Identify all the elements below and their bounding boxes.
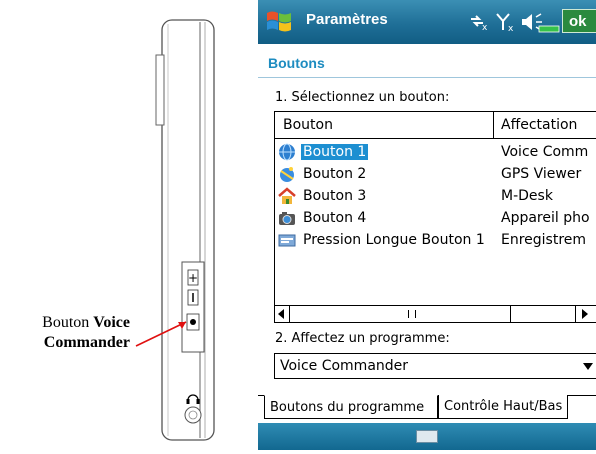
- globe-icon: [279, 143, 295, 161]
- chevron-down-icon[interactable]: [583, 363, 593, 370]
- ok-button[interactable]: ok: [562, 9, 596, 33]
- row-assignment: Enregistrem: [501, 232, 587, 248]
- row-name: Bouton 4: [303, 210, 367, 226]
- tab-up-down-control[interactable]: Contrôle Haut/Bas: [438, 395, 568, 419]
- battery-icon[interactable]: [538, 10, 560, 34]
- scroll-thumb[interactable]: [290, 306, 511, 322]
- keyboard-icon[interactable]: [416, 430, 438, 443]
- select-button-label: 1. Sélectionnez un bouton:: [275, 90, 450, 105]
- tab-program-buttons[interactable]: Boutons du programme: [264, 395, 438, 419]
- svg-text:x: x: [508, 24, 514, 34]
- windows-start-icon[interactable]: [264, 8, 294, 36]
- row-name: Pression Longue Bouton 1: [303, 232, 485, 248]
- recorder-icon: [278, 234, 296, 247]
- program-dropdown[interactable]: Voice Commander: [274, 353, 596, 379]
- device-illustration: + Bouton Voice Commander: [0, 0, 250, 450]
- connectivity-icon[interactable]: x: [468, 10, 490, 34]
- voice-commander-key[interactable]: [186, 313, 200, 331]
- row-assignment: Voice Comm: [501, 144, 589, 160]
- row-assignment: M-Desk: [501, 188, 553, 204]
- svg-text:+: +: [188, 271, 198, 285]
- device-side-view: +: [135, 19, 215, 441]
- signal-icon[interactable]: x: [494, 10, 516, 34]
- horizontal-scrollbar[interactable]: [275, 305, 596, 322]
- home-icon: [278, 187, 296, 204]
- list-item[interactable]: Bouton 4 Appareil pho: [275, 207, 596, 229]
- camera-icon: [279, 212, 295, 225]
- list-item[interactable]: Bouton 2 GPS Viewer: [275, 163, 596, 185]
- callout-prefix: Bouton: [42, 314, 90, 331]
- program-value: Voice Commander: [280, 358, 409, 374]
- row-assignment: Appareil pho: [501, 210, 590, 226]
- row-name: Bouton 3: [303, 188, 367, 204]
- callout-bold-2: Commander: [43, 334, 130, 351]
- row-name: Bouton 2: [303, 166, 367, 182]
- pda-screen: Paramètres x x ok Boutons 1. Sélectionne…: [258, 0, 596, 450]
- satellite-globe-icon: [280, 167, 294, 182]
- volume-down-key[interactable]: [187, 289, 199, 306]
- column-header-button[interactable]: Bouton: [283, 117, 333, 133]
- volume-up-key[interactable]: +: [187, 269, 199, 286]
- title-separator: [258, 77, 596, 78]
- scroll-left-icon[interactable]: [278, 309, 284, 319]
- column-header-assignment[interactable]: Affectation: [501, 117, 577, 133]
- assign-program-label: 2. Affectez un programme:: [275, 331, 450, 346]
- row-name: Bouton 1: [301, 144, 369, 160]
- title-bar: Paramètres x x ok: [258, 0, 596, 44]
- callout-label: Bouton Voice Commander: [0, 313, 130, 353]
- list-item[interactable]: Bouton 3 M-Desk: [275, 185, 596, 207]
- section-title: Boutons: [268, 55, 325, 71]
- scroll-right-icon[interactable]: [582, 309, 588, 319]
- scroll-grip-icon: [408, 310, 416, 318]
- buttons-listview[interactable]: Bouton Affectation Bouton 1 Voice Comm B…: [274, 111, 596, 323]
- column-divider[interactable]: [493, 112, 494, 138]
- row-assignment: GPS Viewer: [501, 166, 582, 182]
- soft-key-bar: [258, 423, 596, 450]
- list-item[interactable]: Bouton 1 Voice Comm: [275, 141, 596, 163]
- listview-header: Bouton Affectation: [275, 112, 596, 139]
- list-item[interactable]: Pression Longue Bouton 1 Enregistrem: [275, 229, 596, 251]
- window-title: Paramètres: [306, 11, 388, 28]
- callout-bold-1: Voice: [93, 314, 130, 331]
- svg-text:x: x: [482, 23, 488, 33]
- scroll-divider: [575, 306, 576, 322]
